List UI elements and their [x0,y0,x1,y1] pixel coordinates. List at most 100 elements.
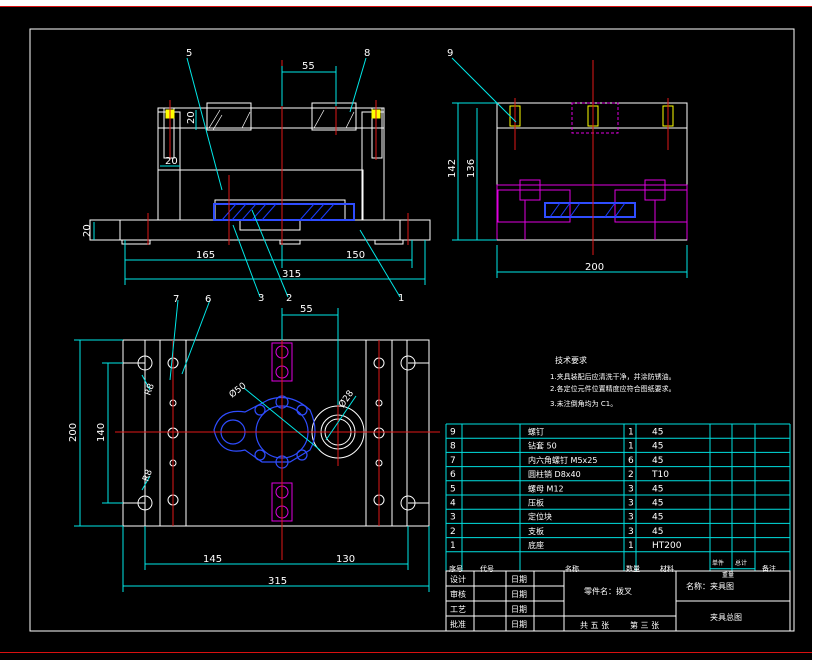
bom-row-qty: 6 [628,456,634,466]
dim-top-140: 140 [96,423,107,442]
dim-top-130: 130 [336,554,355,565]
notes-title: 技术要求 [555,355,587,365]
dim-front-55: 55 [302,61,315,72]
tb-date-1: 日期 [511,590,527,599]
bom-row-no: 6 [450,470,456,480]
dim-top-145: 145 [203,554,222,565]
bom-row-qty: 1 [628,442,634,452]
front-dimensions [93,66,426,285]
title-block [445,570,791,632]
callout-1: 1 [398,293,404,304]
side-view [496,102,688,241]
bom-row-material: 45 [652,456,663,466]
top-centerlines [115,322,440,560]
bom-row-qty: 3 [628,513,634,523]
bom-row-no: 8 [450,442,456,452]
bom-row-no: 4 [450,499,456,509]
cad-drawing-canvas[interactable]: 55 20 20 20 165 150 315 5 8 3 2 1 142 13… [0,0,820,660]
dim-front-20c: 20 [82,224,93,237]
dim-front-315: 315 [282,269,301,280]
bom-row-name: 钻套 50 [528,441,557,451]
dim-side-200: 200 [585,262,604,273]
right-scroll-strip[interactable] [812,6,820,660]
dim-top-d28: Ø28 [336,388,356,410]
bom-row-no: 7 [450,456,456,466]
tb-part: 零件名：拨叉 [584,586,632,596]
callout-3: 3 [258,293,264,304]
bom-row-name: 螺钉 [528,427,544,437]
callout-5: 5 [186,48,192,59]
bom-row-qty: 3 [628,499,634,509]
bom-row-no: 9 [450,428,456,438]
bom-row-name: 内六角螺钉 M5x25 [528,455,597,465]
bom-row-name: 支板 [528,526,544,536]
front-hatch [213,203,355,221]
bom-row-qty: 2 [628,470,634,480]
bom-row-name: 压板 [528,498,544,508]
top-view [122,339,430,527]
bom-row-material: 45 [652,499,663,509]
side-hatch [544,202,636,218]
dim-front-20a: 20 [186,111,197,124]
side-centerlines [514,60,669,255]
front-centerlines [147,60,409,250]
bom-row-qty: 1 [628,541,634,551]
side-top-plate [496,102,688,129]
tb-sheets: 共 五 张 [580,621,609,630]
dim-front-165: 165 [196,250,215,261]
bom-row-name: 定位块 [528,512,552,522]
bom-row-material: 45 [652,513,663,523]
bom-row-material: 45 [652,428,663,438]
bom-row-no: 3 [450,513,456,523]
bom-row-name: 螺母 M12 [528,483,564,493]
notes-line-2: 2.各定位元件位置精度应符合图纸要求。 [550,384,676,393]
bom-row-name: 底座 [528,540,544,550]
tb-drawing: 夹具总图 [710,612,742,622]
dim-side-136: 136 [466,159,477,178]
callout-6: 6 [205,294,211,305]
bom-row-material: 45 [652,484,663,494]
tb-sheet-no: 第 三 张 [630,620,659,630]
tb-label-1: 审核 [450,589,466,599]
bom-row-material: 45 [652,442,663,452]
side-labels: 142 136 200 9 [447,48,604,273]
drawing-svg: 55 20 20 20 165 150 315 5 8 3 2 1 142 13… [29,28,795,632]
dim-side-142: 142 [447,159,458,178]
front-leaders [186,57,401,298]
dim-top-200: 200 [68,423,79,442]
side-dimensions [451,57,688,278]
callout-2: 2 [286,293,292,304]
bom-row-no: 5 [450,484,456,494]
callout-9: 9 [447,48,453,59]
callout-8: 8 [364,48,370,59]
dim-top-r8b: R8 [141,468,155,483]
bom-row-material: 45 [652,527,663,537]
top-red-line [0,6,812,7]
bom-row-material: HT200 [652,541,682,551]
tb-label-3: 批准 [450,619,466,629]
dim-front-150: 150 [346,250,365,261]
bom-header-weight: 重量 [722,571,734,579]
tb-date-2: 日期 [511,605,527,614]
technical-notes: 技术要求 1.夹具装配后应清洗干净，并涂防锈油。 2.各定位元件位置精度应符合图… [550,355,676,408]
dim-top-55: 55 [300,304,313,315]
bom-row-name: 圆柱销 D8x40 [528,469,581,479]
bom-header-single: 单件 [712,559,724,567]
bom-header-total: 总计 [735,559,747,567]
tb-label-0: 设计 [450,574,466,584]
tb-date-3: 日期 [511,620,527,629]
bom-row-no: 2 [450,527,456,537]
notes-line-3: 3.未注倒角均为 C1。 [550,399,617,408]
bom-table: 9 螺钉 1 458 钻套 50 1 457 内六角螺钉 M5x25 6 456 圆柱销 D8x40… [445,423,791,579]
bom-row-qty: 3 [628,527,634,537]
tb-date-0: 日期 [511,575,527,584]
notes-line-1: 1.夹具装配后应清洗干净，并涂防锈油。 [550,372,676,381]
tb-label-2: 工艺 [450,605,466,614]
tb-name: 名称：夹具图 [686,581,734,591]
bom-row-qty: 1 [628,428,634,438]
bom-row-no: 1 [450,541,456,551]
dim-top-315: 315 [268,576,287,587]
bottom-red-line [0,652,812,653]
dim-top-d50: Ø50 [227,380,249,400]
dim-front-20b: 20 [165,156,178,167]
